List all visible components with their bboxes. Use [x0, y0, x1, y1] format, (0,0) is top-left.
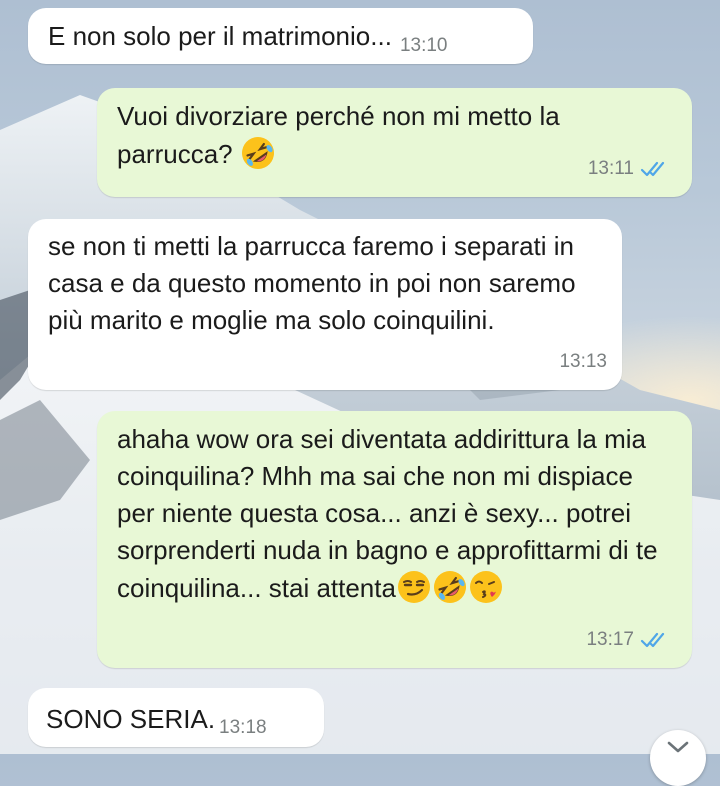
scroll-down-button[interactable]: [650, 730, 706, 786]
message-meta: 13:11: [588, 150, 670, 187]
message-text: se non ti metti la parrucca faremo i sep…: [48, 231, 576, 335]
message-text: E non solo per il matrimonio...: [48, 21, 392, 51]
message-meta: 13:13: [559, 343, 607, 380]
message-time: 13:18: [219, 717, 267, 738]
smirking-face-icon: [397, 571, 430, 603]
face-blowing-a-kiss-icon: [469, 571, 502, 603]
message-meta: 13:17: [586, 621, 670, 658]
message-incoming[interactable]: SONO SERIA. 13:18: [28, 688, 324, 747]
message-time: 13:10: [399, 35, 448, 56]
message-incoming[interactable]: E non solo per il matrimonio... 13:10: [28, 8, 533, 64]
rolling-on-floor-laughing-icon: [433, 571, 466, 603]
message-incoming[interactable]: se non ti metti la parrucca faremo i sep…: [28, 219, 622, 390]
message-text: Vuoi divorziare perché non mi metto la p…: [117, 101, 560, 169]
message-meta: 13:10: [400, 27, 448, 64]
rolling-on-floor-laughing-icon: [241, 137, 274, 169]
message-outgoing[interactable]: ahaha wow ora sei diventata addirittura …: [97, 411, 692, 668]
chevron-down-icon: [667, 741, 689, 753]
double-check-icon: [640, 161, 665, 176]
message-text: ahaha wow ora sei diventata addirittura …: [117, 424, 658, 603]
message-time: 13:17: [586, 629, 634, 650]
double-check-icon: [640, 632, 665, 647]
message-time: 13:13: [559, 351, 607, 372]
message-outgoing[interactable]: Vuoi divorziare perché non mi metto la p…: [97, 88, 692, 197]
message-meta: 13:18: [219, 709, 267, 746]
message-text: SONO SERIA.: [46, 704, 216, 734]
message-time: 13:11: [587, 158, 634, 179]
